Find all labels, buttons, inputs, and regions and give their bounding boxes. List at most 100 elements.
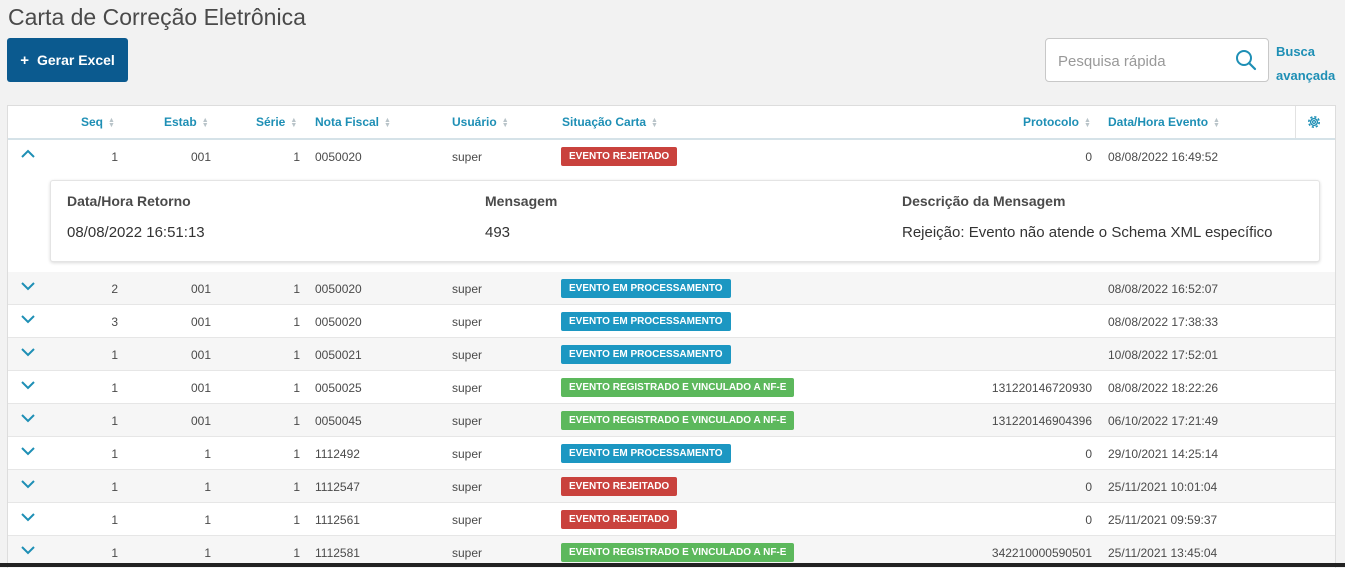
cell-data-hora: 25/11/2021 10:01:04 [1108,480,1218,494]
detail-descricao-value: Rejeição: Evento não atende o Schema XML… [902,224,1273,241]
column-header-protocolo[interactable]: Protocolo ▲ ▼ [1023,115,1091,129]
expand-row-icon[interactable] [20,544,36,559]
advanced-search-line2: avançada [1276,68,1336,83]
column-header-usuario[interactable]: Usuário ▲ ▼ [452,115,509,129]
table-row[interactable]: 1 1 1 1112561 super EVENTO REJEITADO 0 25/11/20… [8,503,1335,536]
cell-estab: 1 [204,546,211,560]
detail-retorno-label: Data/Hora Retorno [67,193,191,209]
header-divider [1295,106,1296,138]
cell-protocolo: 0 [1085,447,1092,461]
cell-seq: 1 [111,513,118,527]
cell-serie: 1 [293,315,300,329]
expand-row-icon[interactable] [20,478,36,493]
cell-estab: 001 [190,315,211,329]
table-row[interactable]: 1 001 1 0050025 super EVENTO REGISTRADO E VIN… [8,371,1335,404]
cell-data-hora: 08/08/2022 16:52:07 [1108,282,1219,296]
collapse-row-icon[interactable] [20,148,36,163]
column-header-serie[interactable]: Série ▲ ▼ [256,115,297,129]
cell-usuario: super [452,315,483,329]
cell-estab: 001 [190,150,211,164]
cell-protocolo: 0 [1085,513,1092,527]
cell-data-hora: 25/11/2021 13:45:04 [1108,546,1218,560]
table-row-expanded[interactable]: 1 001 1 0050020 super EVENTO REJEITADO 0… [8,140,1335,172]
quick-search-input[interactable] [1056,50,1230,72]
advanced-search-line1: Busca [1276,44,1316,59]
status-badge: EVENTO REJEITADO [561,510,678,529]
cell-serie: 1 [293,414,300,428]
cell-serie: 1 [293,447,300,461]
sort-icon: ▲ ▼ [1084,116,1091,129]
gear-icon[interactable] [1306,114,1322,135]
column-header-seq[interactable]: Seq ▲ ▼ [81,115,115,129]
cell-data-hora: 06/10/2022 17:21:49 [1108,414,1219,428]
cell-estab: 1 [204,480,211,494]
cell-nota: 0050025 [315,381,362,395]
column-label: Seq [81,115,104,129]
cell-seq: 1 [111,150,118,164]
cell-estab: 001 [190,381,211,395]
status-badge: EVENTO REJEITADO [561,477,678,496]
column-header-situacao[interactable]: Situação Carta ▲ ▼ [562,115,658,129]
table-row[interactable]: 1 001 1 0050021 super EVENTO EM PROCESSAMENTO… [8,338,1335,371]
status-badge: EVENTO EM PROCESSAMENTO [561,312,731,331]
status-badge: EVENTO REGISTRADO E VINCULADO A NF-E [561,543,795,562]
table-row[interactable]: 3 001 1 0050020 super EVENTO EM PROCESSAMENTO… [8,305,1335,338]
cell-estab: 1 [204,513,211,527]
expand-row-icon[interactable] [20,346,36,361]
status-badge: EVENTO REGISTRADO E VINCULADO A NF-E [561,411,795,430]
page-title: Carta de Correção Eletrônica [8,4,306,30]
column-label: Usuário [452,115,497,129]
cell-seq: 1 [111,348,118,362]
detail-mensagem-label: Mensagem [485,193,558,209]
cell-serie: 1 [293,480,300,494]
expand-row-icon[interactable] [20,379,36,394]
cell-nota: 1112561 [315,513,360,527]
row-detail-area: Data/Hora Retorno 08/08/2022 16:51:13 Me… [8,172,1335,272]
cell-nota: 1112547 [315,480,360,494]
advanced-search-link[interactable]: Busca avançada [1276,40,1335,88]
cell-seq: 1 [111,381,118,395]
expand-row-icon[interactable] [20,511,36,526]
cell-usuario: super [452,150,483,164]
column-label: Estab [164,115,197,129]
table-row[interactable]: 1 1 1 1112492 super EVENTO EM PROCESSAMENTO 0 2… [8,437,1335,470]
cell-seq: 1 [111,414,118,428]
sort-icon: ▲ ▼ [651,116,658,129]
cell-serie: 1 [293,546,300,560]
column-label: Situação Carta [562,115,647,129]
status-badge: EVENTO EM PROCESSAMENTO [561,444,731,463]
generate-excel-button[interactable]: + Gerar Excel [7,38,128,82]
status-badge: EVENTO REJEITADO [561,147,678,166]
quick-search [1045,38,1269,82]
status-badge: EVENTO EM PROCESSAMENTO [561,345,731,364]
detail-descricao-label: Descrição da Mensagem [902,193,1066,209]
cell-nota: 1112492 [315,447,360,461]
status-badge: EVENTO EM PROCESSAMENTO [561,279,731,298]
detail-retorno-value: 08/08/2022 16:51:13 [67,224,205,241]
cell-usuario: super [452,381,483,395]
cell-usuario: super [452,513,483,527]
cell-data-hora: 10/08/2022 17:52:01 [1108,348,1219,362]
cell-usuario: super [452,480,483,494]
column-header-data-hora[interactable]: Data/Hora Evento ▲ ▼ [1108,115,1220,129]
expand-row-icon[interactable] [20,412,36,427]
table-row[interactable]: 1 001 1 0050045 super EVENTO REGISTRADO E VIN… [8,404,1335,437]
sort-icon: ▲ ▼ [201,116,209,129]
table-body: 2 001 1 0050020 super EVENTO EM PROCESSAMENTO… [8,272,1335,568]
table-row[interactable]: 1 1 1 1112547 super EVENTO REJEITADO 0 25/11/20… [8,470,1335,503]
bottom-bar [0,563,1345,567]
sort-icon: ▲ ▼ [108,116,115,129]
expand-row-icon[interactable] [20,313,36,328]
sort-icon: ▲ ▼ [290,116,298,129]
column-header-estab[interactable]: Estab ▲ ▼ [164,115,209,129]
detail-mensagem-value: 493 [485,224,511,241]
expand-row-icon[interactable] [20,280,36,295]
table-row[interactable]: 2 001 1 0050020 super EVENTO EM PROCESSAMENTO… [8,272,1335,305]
events-table: Seq ▲ ▼ Estab ▲ ▼ Série ▲ ▼ Nota Fiscal ▲ ▼ Usuá… [7,105,1336,568]
column-header-nota-fiscal[interactable]: Nota Fiscal ▲ ▼ [315,115,391,129]
cell-serie: 1 [293,348,300,362]
row-detail-card: Data/Hora Retorno 08/08/2022 16:51:13 Me… [50,180,1320,262]
search-icon[interactable] [1235,49,1257,76]
expand-row-icon[interactable] [20,445,36,460]
column-label: Série [256,115,286,129]
